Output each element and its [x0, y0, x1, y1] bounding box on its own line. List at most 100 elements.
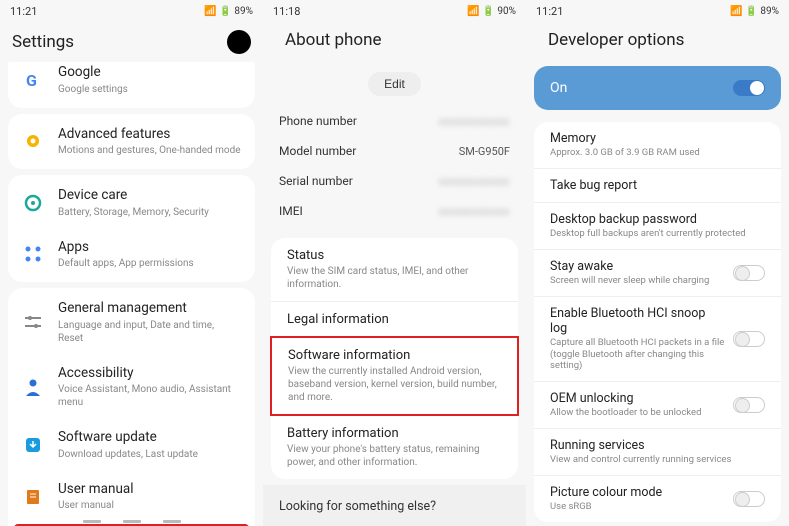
- toggle-icon[interactable]: [733, 491, 765, 507]
- info-label: IMEI: [279, 204, 303, 218]
- dev-item-oem-unlocking[interactable]: OEM unlocking Allow the bootloader to be…: [534, 381, 781, 428]
- info-row-imei: IMEI xxxxxxxxxxx: [263, 196, 526, 226]
- item-subtitle: Voice Assistant, Mono audio, Assistant m…: [58, 383, 241, 409]
- dev-title: OEM unlocking: [550, 391, 725, 406]
- dev-item-memory[interactable]: Memory Approx. 3.0 GB of 3.9 GB RAM used: [534, 122, 781, 168]
- person-icon: [22, 376, 44, 398]
- info-row-serial-number: Serial number xxxxxxxxxxx: [263, 166, 526, 196]
- item-subtitle: Language and input, Date and time, Reset: [58, 319, 241, 345]
- dev-title: Take bug report: [550, 178, 757, 193]
- status-right: 📶 🔋 89%: [204, 6, 253, 17]
- info-value: xxxxxxxxxxx: [439, 205, 510, 218]
- dev-title: Memory: [550, 131, 757, 146]
- dev-subtitle: Approx. 3.0 GB of 3.9 GB RAM used: [550, 147, 757, 159]
- settings-item-user-manual[interactable]: User manual User manual: [8, 471, 255, 523]
- dev-title: Stay awake: [550, 259, 725, 274]
- status-time: 11:21: [10, 5, 37, 18]
- settings-item-general-management[interactable]: General management Language and input, D…: [8, 290, 255, 355]
- item-title: General management: [58, 300, 241, 318]
- item-title: Accessibility: [58, 365, 241, 383]
- dev-item-stay-awake[interactable]: Stay awake Screen will never sleep while…: [534, 249, 781, 296]
- section-title: Software information: [288, 348, 501, 363]
- dev-item-enable-bluetooth-hci-snoop-log[interactable]: Enable Bluetooth HCI snoop log Capture a…: [534, 296, 781, 382]
- info-value: xxxxxxxxxxx: [439, 115, 510, 128]
- settings-screen: 11:21 📶 🔋 89% Settings G Google Google s…: [0, 0, 263, 526]
- section-battery-information[interactable]: Battery information View your phone's ba…: [271, 415, 518, 479]
- settings-item-apps[interactable]: Apps Default apps, App permissions: [8, 229, 255, 281]
- settings-item-google[interactable]: G Google Google settings: [8, 62, 255, 106]
- footer-help: Looking for something else? ResetContact…: [263, 485, 526, 526]
- section-status[interactable]: Status View the SIM card status, IMEI, a…: [271, 238, 518, 301]
- dev-item-take-bug-report[interactable]: Take bug report: [534, 168, 781, 202]
- status-bar: 11:21 📶 🔋 89%: [526, 0, 789, 22]
- edit-button[interactable]: Edit: [368, 72, 421, 96]
- item-subtitle: Google settings: [58, 83, 241, 96]
- info-row-model-number: Model number SM-G950F: [263, 136, 526, 166]
- svg-text:G: G: [26, 71, 37, 90]
- toggle-icon[interactable]: [733, 397, 765, 413]
- download-icon: [22, 434, 44, 456]
- section-subtitle: View the SIM card status, IMEI, and othe…: [287, 265, 502, 291]
- G-icon: G: [22, 69, 44, 91]
- item-subtitle: Battery, Storage, Memory, Security: [58, 206, 241, 219]
- section-subtitle: View your phone's battery status, remain…: [287, 443, 502, 469]
- avatar[interactable]: [227, 30, 251, 54]
- header: Settings: [0, 22, 263, 62]
- item-title: Software update: [58, 429, 241, 447]
- settings-item-software-update[interactable]: Software update Download updates, Last u…: [8, 419, 255, 471]
- item-title: Advanced features: [58, 126, 241, 144]
- dev-subtitle: Screen will never sleep while charging: [550, 275, 725, 287]
- info-value: SM-G950F: [459, 145, 510, 158]
- info-row-phone-number: Phone number xxxxxxxxxxx: [263, 106, 526, 136]
- sliders-icon: [22, 311, 44, 333]
- dev-item-running-services[interactable]: Running services View and control curren…: [534, 428, 781, 475]
- settings-item-accessibility[interactable]: Accessibility Voice Assistant, Mono audi…: [8, 355, 255, 420]
- item-title: Apps: [58, 239, 241, 257]
- about-phone-screen: 11:18 📶 🔋 90% About phone Edit Phone num…: [263, 0, 526, 526]
- status-bar: 11:21 📶 🔋 89%: [0, 0, 263, 22]
- toggle-icon[interactable]: [733, 331, 765, 347]
- toggle-on-icon[interactable]: [733, 80, 765, 96]
- dev-subtitle: Allow the bootloader to be unlocked: [550, 407, 725, 419]
- page-title: About phone: [285, 30, 504, 50]
- item-title: Device care: [58, 187, 241, 205]
- section-title: Battery information: [287, 426, 502, 441]
- toggle-icon[interactable]: [733, 265, 765, 281]
- status-right: 📶 🔋 89%: [730, 6, 779, 17]
- item-title: Google: [58, 64, 241, 82]
- section-subtitle: View the currently installed Android ver…: [288, 365, 501, 404]
- header: Developer options: [526, 22, 789, 58]
- info-label: Phone number: [279, 114, 357, 128]
- dev-subtitle: View and control currently running servi…: [550, 454, 757, 466]
- info-value: xxxxxxxxxxx: [439, 175, 510, 188]
- page-title: Developer options: [548, 30, 767, 50]
- dev-title: Desktop backup password: [550, 212, 757, 227]
- dev-master-toggle[interactable]: On: [534, 66, 781, 110]
- gear-icon: [22, 130, 44, 152]
- dev-title: Picture colour mode: [550, 485, 725, 500]
- settings-item-advanced-features[interactable]: Advanced features Motions and gestures, …: [8, 116, 255, 168]
- status-right: 📶 🔋 90%: [467, 6, 516, 17]
- info-label: Model number: [279, 144, 356, 158]
- info-label: Serial number: [279, 174, 353, 188]
- section-title: Status: [287, 248, 502, 263]
- grid-icon: [22, 243, 44, 265]
- on-label: On: [550, 80, 567, 96]
- dev-subtitle: Desktop full backups aren't currently pr…: [550, 228, 757, 240]
- nav-bar: [83, 520, 181, 523]
- settings-item-device-care[interactable]: Device care Battery, Storage, Memory, Se…: [8, 177, 255, 229]
- settings-list: G Google Google settings Advanced featur…: [0, 62, 263, 526]
- status-bar: 11:18 📶 🔋 90%: [263, 0, 526, 22]
- dev-item-desktop-backup-password[interactable]: Desktop backup password Desktop full bac…: [534, 202, 781, 249]
- dev-title: Enable Bluetooth HCI snoop log: [550, 306, 725, 336]
- section-software-information[interactable]: Software information View the currently …: [270, 336, 519, 416]
- dev-list: Memory Approx. 3.0 GB of 3.9 GB RAM used…: [526, 116, 789, 526]
- status-time: 11:21: [536, 5, 563, 18]
- about-content: Edit Phone number xxxxxxxxxxxModel numbe…: [263, 58, 526, 526]
- section-title: Legal information: [287, 312, 502, 327]
- dev-subtitle: Capture all Bluetooth HCI packets in a f…: [550, 337, 725, 373]
- section-legal-information[interactable]: Legal information: [271, 301, 518, 337]
- developer-options-screen: 11:21 📶 🔋 89% Developer options On Memor…: [526, 0, 789, 526]
- dev-title: Running services: [550, 438, 757, 453]
- dev-item-picture-colour-mode[interactable]: Picture colour mode Use sRGB: [534, 475, 781, 522]
